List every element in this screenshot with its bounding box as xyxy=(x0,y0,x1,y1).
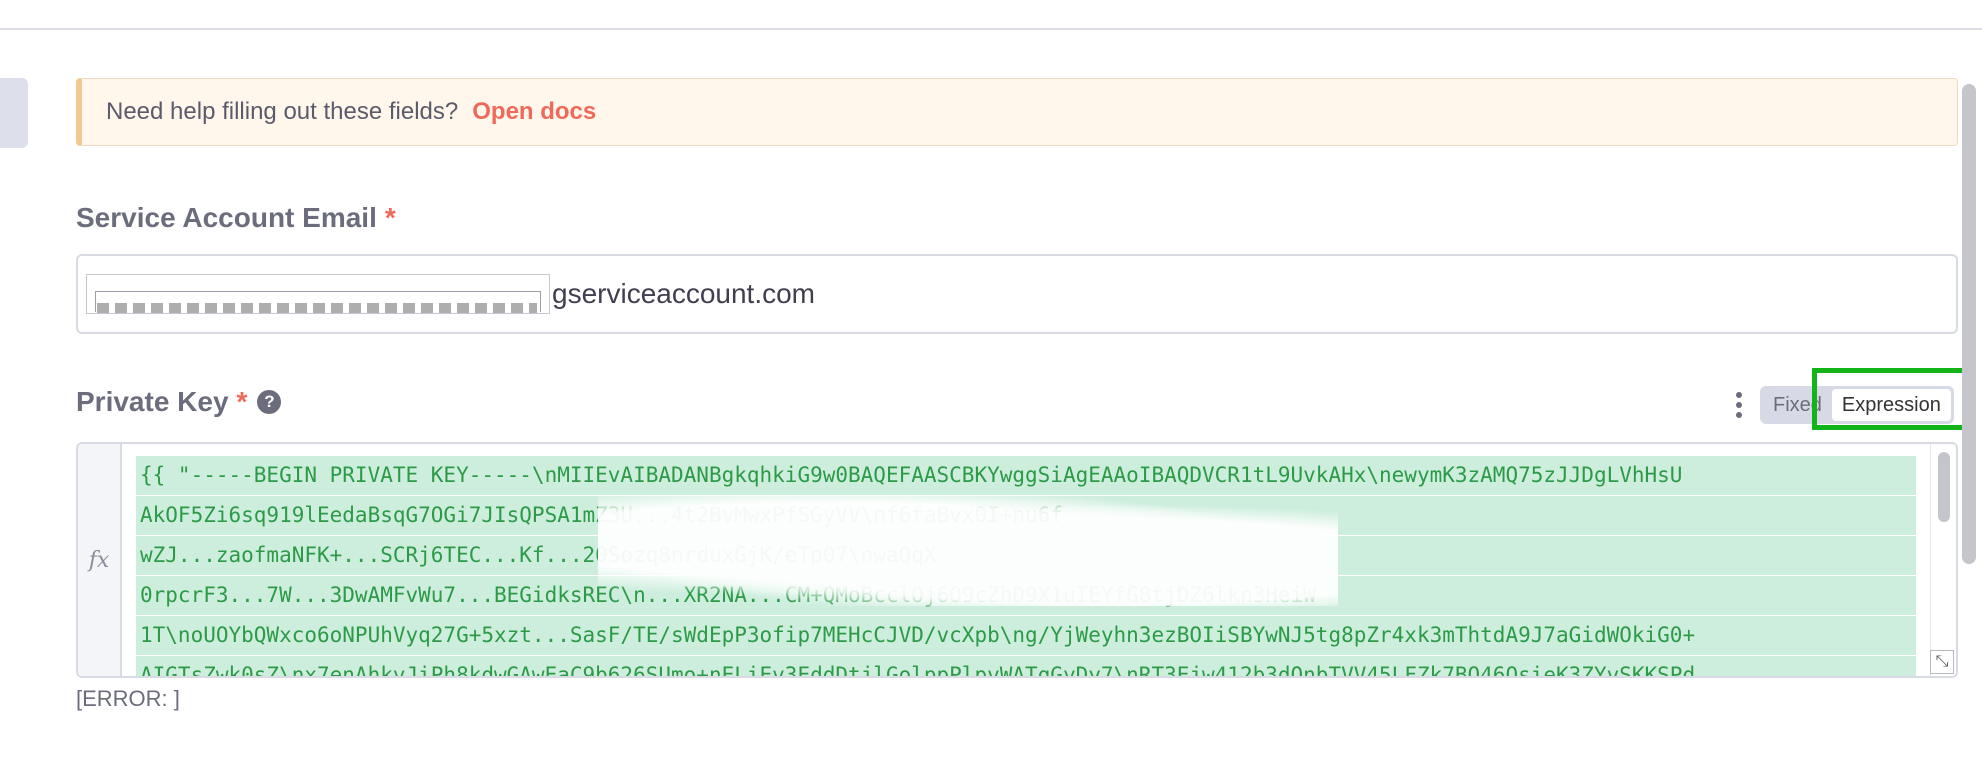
service-account-email-input[interactable]: gserviceaccount.com xyxy=(76,254,1958,334)
help-banner: Need help filling out these fields? Open… xyxy=(76,78,1958,146)
required-marker: * xyxy=(236,386,248,417)
open-docs-link[interactable]: Open docs xyxy=(472,98,596,126)
fixed-expression-toggle[interactable]: Fixed Expression xyxy=(1760,386,1954,424)
resize-handle-icon[interactable]: ⤡ xyxy=(1930,650,1954,674)
mode-fixed[interactable]: Fixed xyxy=(1763,389,1832,421)
parameter-mode-toolbar: Fixed Expression xyxy=(1736,386,1954,424)
private-key-label: Private Key * ? xyxy=(76,386,282,418)
error-message: [ERROR: ] xyxy=(76,686,180,711)
credential-form: Need help filling out these fields? Open… xyxy=(76,0,1958,772)
more-vertical-icon[interactable] xyxy=(1736,392,1742,418)
editor-scrollbar[interactable] xyxy=(1930,444,1956,676)
mode-expression[interactable]: Expression xyxy=(1831,389,1951,421)
private-key-label-text: Private Key xyxy=(76,386,229,417)
redaction-scribble xyxy=(598,496,1338,606)
fx-icon: fx xyxy=(78,444,122,676)
email-value-suffix: gserviceaccount.com xyxy=(552,278,816,309)
page-scroll-thumb[interactable] xyxy=(1962,84,1976,564)
email-label-text: Service Account Email xyxy=(76,202,377,233)
editor-scroll-thumb[interactable] xyxy=(1938,452,1950,522)
question-circle-icon[interactable]: ? xyxy=(257,390,282,414)
page-scrollbar[interactable] xyxy=(1958,80,1982,772)
redacted-email-prefix xyxy=(86,274,550,314)
help-banner-text: Need help filling out these fields? xyxy=(106,98,459,125)
side-panel-tab[interactable] xyxy=(0,78,28,148)
service-account-email-label: Service Account Email * xyxy=(76,202,396,234)
code-line: AIGTsZwk0sZ\nx7enAhkvJiPh8kdwGAwEaC9b626… xyxy=(136,656,1916,676)
required-marker: * xyxy=(384,202,396,233)
code-line: {{ "-----BEGIN PRIVATE KEY-----\nMIIEvAI… xyxy=(136,456,1916,495)
code-line: 1T\noUOYbQWxco6oNPUhVyq27G+5xzt...SasF/T… xyxy=(136,616,1916,655)
private-key-expression-editor[interactable]: fx {{ "-----BEGIN PRIVATE KEY-----\nMIIE… xyxy=(76,442,1958,678)
